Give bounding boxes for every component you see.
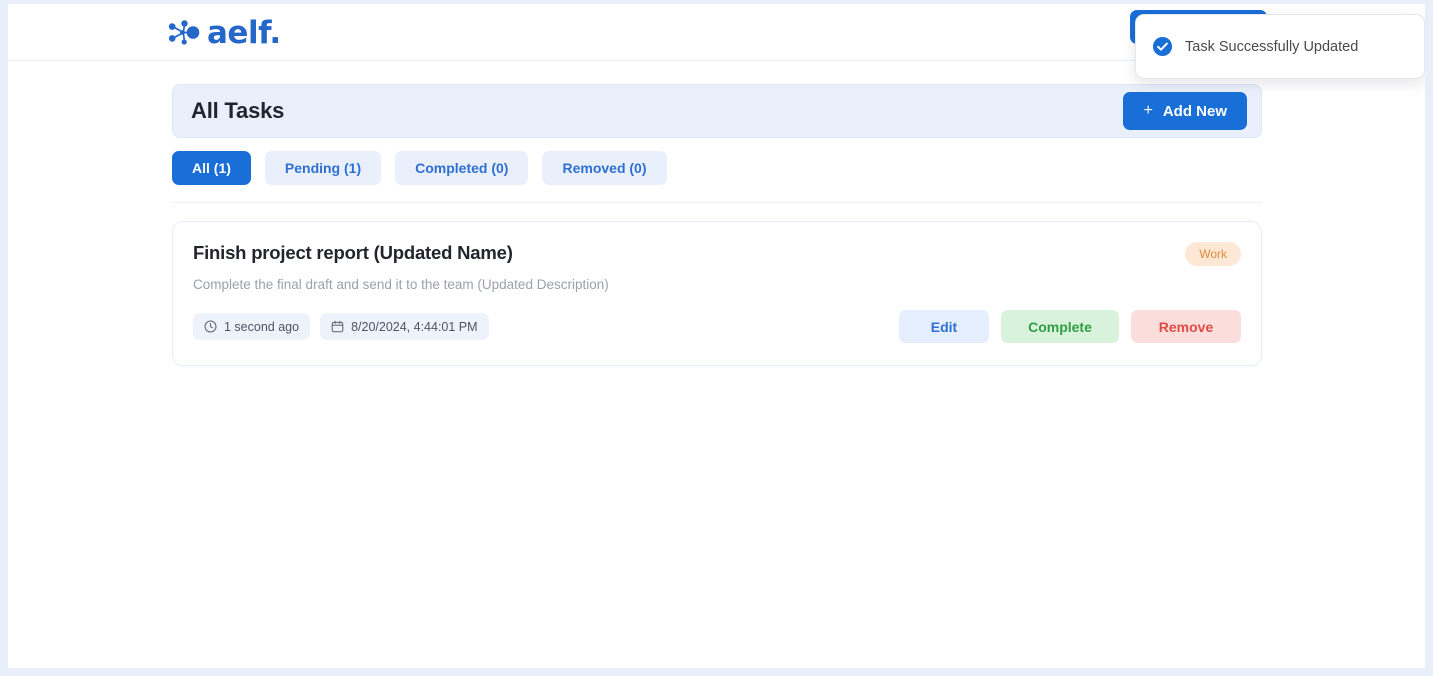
check-circle-icon bbox=[1152, 36, 1173, 57]
page-header-bar: All Tasks + Add New bbox=[172, 84, 1262, 138]
task-relative-time-chip: 1 second ago bbox=[193, 313, 311, 340]
toast-notification[interactable]: Task Successfully Updated bbox=[1135, 14, 1425, 79]
task-timestamp-chip: 8/20/2024, 4:44:01 PM bbox=[320, 313, 489, 340]
clock-icon bbox=[204, 320, 217, 333]
aelf-network-dots-icon bbox=[168, 20, 200, 45]
add-new-label: Add New bbox=[1162, 102, 1227, 120]
task-filter-tabs: All (1) Pending (1) Completed (0) Remove… bbox=[172, 151, 1262, 203]
complete-button[interactable]: Complete bbox=[1001, 310, 1119, 343]
tab-removed[interactable]: Removed (0) bbox=[542, 151, 667, 185]
calendar-icon bbox=[331, 320, 344, 333]
toast-message: Task Successfully Updated bbox=[1185, 38, 1359, 55]
tab-pending[interactable]: Pending (1) bbox=[264, 151, 382, 185]
task-card-footer: 1 second ago 8/20/2024, 4:44:01 PM Edit … bbox=[193, 310, 1241, 343]
plus-icon: + bbox=[1143, 102, 1153, 119]
page-title: All Tasks bbox=[191, 98, 285, 123]
task-card-header: Finish project report (Updated Name) Wor… bbox=[193, 242, 1241, 266]
tab-all[interactable]: All (1) bbox=[172, 151, 251, 185]
main-content: All Tasks + Add New All (1) Pending (1) … bbox=[172, 84, 1262, 366]
task-relative-time: 1 second ago bbox=[224, 319, 300, 334]
app-viewport: aelf. Task Successfully Updated All Task… bbox=[8, 4, 1425, 668]
brand-wordmark: aelf. bbox=[207, 14, 281, 51]
task-card: Finish project report (Updated Name) Wor… bbox=[172, 221, 1262, 366]
add-new-button[interactable]: + Add New bbox=[1123, 92, 1247, 130]
task-meta-row: 1 second ago 8/20/2024, 4:44:01 PM bbox=[193, 313, 489, 340]
task-actions: Edit Complete Remove bbox=[899, 310, 1241, 343]
brand-logo[interactable]: aelf. bbox=[168, 14, 281, 52]
tab-completed[interactable]: Completed (0) bbox=[395, 151, 529, 185]
remove-button[interactable]: Remove bbox=[1131, 310, 1241, 343]
task-category-badge: Work bbox=[1185, 242, 1241, 266]
task-timestamp: 8/20/2024, 4:44:01 PM bbox=[351, 319, 478, 334]
task-description: Complete the final draft and send it to … bbox=[193, 277, 609, 292]
task-title: Finish project report (Updated Name) bbox=[193, 242, 513, 263]
edit-button[interactable]: Edit bbox=[899, 310, 989, 343]
